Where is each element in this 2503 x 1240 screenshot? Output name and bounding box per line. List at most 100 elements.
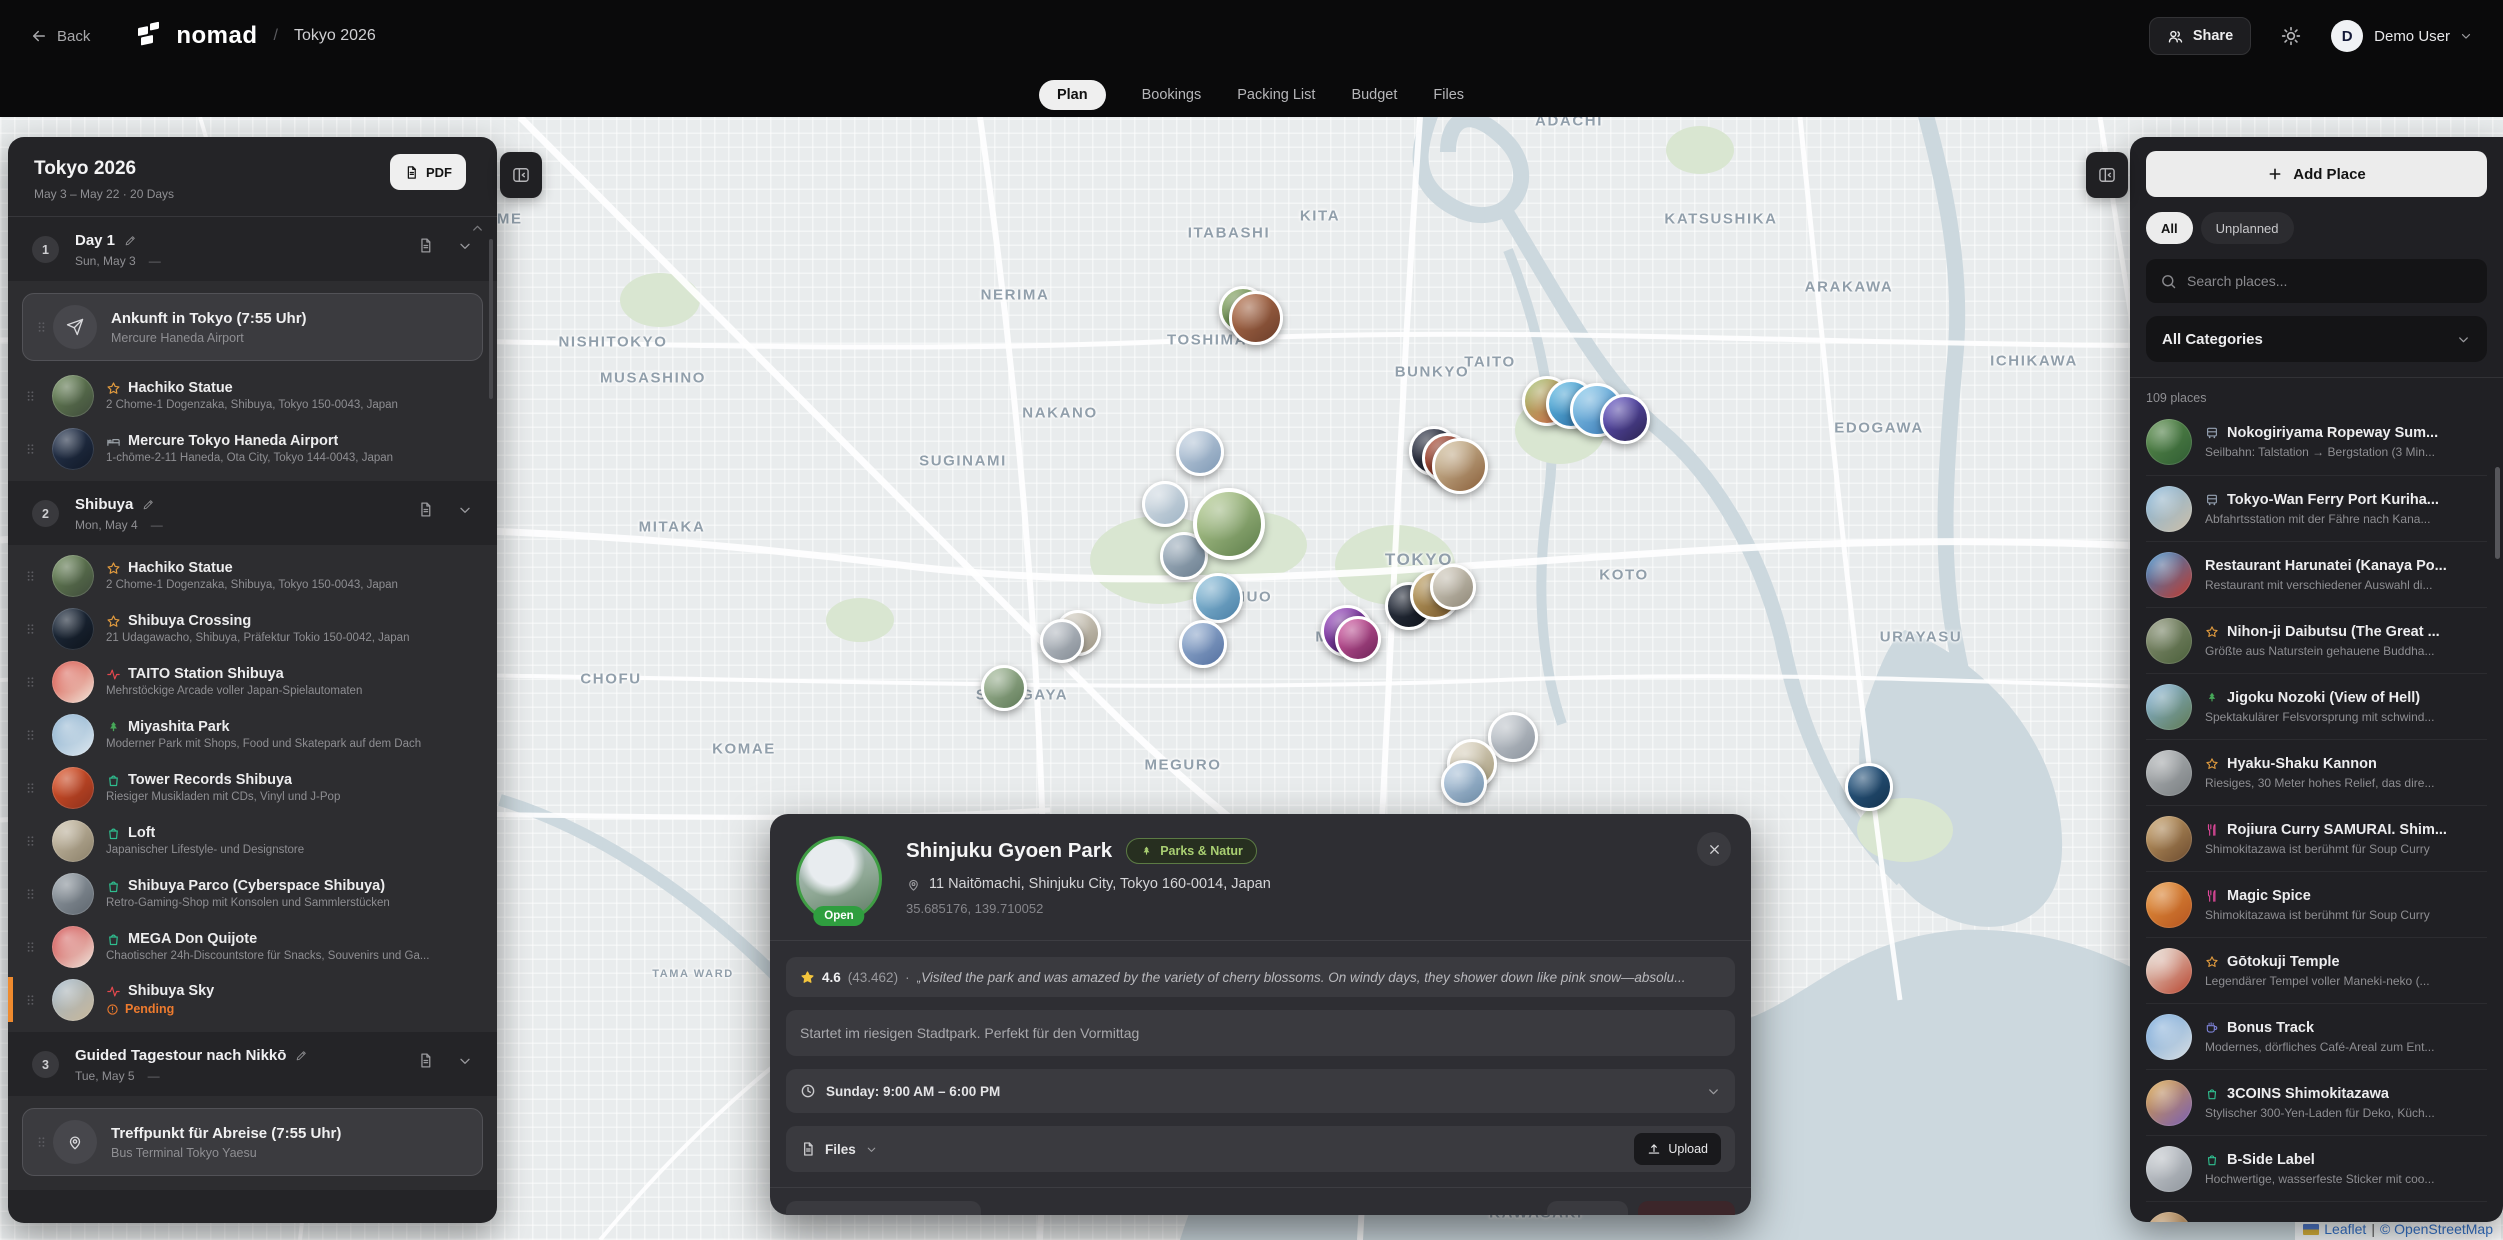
itinerary-place-item[interactable]: LoftJapanischer Lifestyle- und Designsto… xyxy=(8,814,497,867)
open-google-maps-button[interactable]: Open in Google Maps xyxy=(786,1201,981,1215)
place-marker[interactable] xyxy=(1845,763,1893,811)
place-list-item[interactable]: Tokyo-Wan Ferry Port Kuriha...Abfahrtsst… xyxy=(2146,475,2487,541)
place-list-item[interactable]: Rojiura Curry SAMURAI. Shim...Shimokitaz… xyxy=(2146,805,2487,871)
user-menu-chevron-icon[interactable] xyxy=(2459,29,2473,43)
share-button[interactable]: Share xyxy=(2149,17,2251,55)
trash-icon xyxy=(1654,1214,1669,1216)
drag-handle-icon[interactable] xyxy=(23,833,38,848)
day-header[interactable]: 1Day 1Sun, May 3— xyxy=(8,217,497,281)
place-marker[interactable] xyxy=(1040,619,1084,663)
map-label: URAYASU xyxy=(1880,629,1963,646)
place-marker[interactable] xyxy=(1142,481,1188,527)
files-row[interactable]: Files Upload xyxy=(786,1126,1735,1172)
tab-files[interactable]: Files xyxy=(1433,80,1464,110)
itinerary-place-item[interactable]: Shibuya SkyPending xyxy=(8,973,497,1026)
day-header[interactable]: 2ShibuyaMon, May 4— xyxy=(8,481,497,545)
itinerary-note-card[interactable]: Ankunft in Tokyo (7:55 Uhr)Mercure Haned… xyxy=(22,293,483,361)
itinerary-note-card[interactable]: Treffpunkt für Abreise (7:55 Uhr)Bus Ter… xyxy=(22,1108,483,1176)
itinerary-place-item[interactable]: Tower Records ShibuyaRiesiger Musikladen… xyxy=(8,761,497,814)
drag-handle-icon[interactable] xyxy=(23,621,38,636)
back-button[interactable]: Back xyxy=(30,27,90,45)
delete-button[interactable]: Delete xyxy=(1638,1201,1735,1215)
place-marker[interactable] xyxy=(981,665,1027,711)
drag-handle-icon[interactable] xyxy=(23,388,38,403)
collapse-left-panel-button[interactable] xyxy=(500,152,542,198)
place-marker[interactable] xyxy=(1335,616,1381,662)
day-collapse-chevron-icon[interactable] xyxy=(457,502,473,518)
itinerary-scrollbar[interactable] xyxy=(489,239,493,399)
upload-button[interactable]: Upload xyxy=(1634,1133,1721,1165)
drag-handle-icon[interactable] xyxy=(34,320,49,335)
filter-pill-all[interactable]: All xyxy=(2146,212,2193,244)
place-marker[interactable] xyxy=(1432,438,1488,494)
opening-hours-row[interactable]: Sunday: 9:00 AM – 6:00 PM xyxy=(786,1069,1735,1113)
collapse-right-panel-button[interactable] xyxy=(2086,152,2128,198)
day-notes-icon[interactable] xyxy=(417,237,434,254)
user-avatar[interactable]: D xyxy=(2331,20,2363,52)
itinerary-place-item[interactable]: MEGA Don QuijoteChaotischer 24h-Discount… xyxy=(8,920,497,973)
drag-handle-icon[interactable] xyxy=(34,1135,49,1150)
place-list-item[interactable]: Magic SpiceShimokitazawa ist berühmt für… xyxy=(2146,871,2487,937)
drag-handle-icon[interactable] xyxy=(23,727,38,742)
itinerary-place-item[interactable]: TAITO Station ShibuyaMehrstöckige Arcade… xyxy=(8,655,497,708)
itinerary-place-item[interactable]: Miyashita ParkModerner Park mit Shops, F… xyxy=(8,708,497,761)
brand-logo[interactable]: nomad xyxy=(134,20,257,52)
place-list-item[interactable]: Jigoku Nozoki (View of Hell)Spektakuläre… xyxy=(2146,673,2487,739)
place-list-item[interactable]: Gōtokuji TempleLegendärer Tempel voller … xyxy=(2146,937,2487,1003)
place-subtitle: Größte aus Naturstein gehauene Buddha... xyxy=(2205,644,2487,658)
leaflet-link[interactable]: Leaflet xyxy=(2324,1221,2366,1237)
day-header[interactable]: 3Guided Tagestour nach NikkōTue, May 5— xyxy=(8,1032,497,1096)
close-card-button[interactable] xyxy=(1697,832,1731,866)
place-marker[interactable] xyxy=(1430,564,1476,610)
place-list-item[interactable]: 3COINS ShimokitazawaStylischer 300-Yen-L… xyxy=(2146,1069,2487,1135)
category-select[interactable]: All Categories xyxy=(2146,316,2487,362)
place-marker[interactable] xyxy=(1441,760,1487,806)
drag-handle-icon[interactable] xyxy=(23,441,38,456)
place-thumbnail xyxy=(2146,882,2192,928)
tab-plan[interactable]: Plan xyxy=(1039,80,1106,110)
place-marker[interactable] xyxy=(1600,394,1650,444)
itinerary-place-item[interactable]: Mercure Tokyo Haneda Airport1-chōme-2-11… xyxy=(8,422,497,475)
osm-link[interactable]: © OpenStreetMap xyxy=(2380,1221,2493,1237)
add-place-button[interactable]: Add Place xyxy=(2146,151,2487,197)
itinerary-place-item[interactable]: Hachiko Statue2 Chome-1 Dogenzaka, Shibu… xyxy=(8,549,497,602)
tab-packing-list[interactable]: Packing List xyxy=(1237,80,1315,110)
place-marker[interactable] xyxy=(1229,291,1283,345)
selected-place-marker[interactable] xyxy=(1193,488,1265,560)
edit-button[interactable]: Edit xyxy=(1547,1201,1629,1215)
itinerary-place-item[interactable]: Shibuya Crossing21 Udagawacho, Shibuya, … xyxy=(8,602,497,655)
drag-handle-icon[interactable] xyxy=(23,939,38,954)
itinerary-place-item[interactable]: Hachiko Statue2 Chome-1 Dogenzaka, Shibu… xyxy=(8,369,497,422)
place-list-item[interactable]: Restaurant Harunatei (Kanaya Po...Restau… xyxy=(2146,541,2487,607)
rating-review-row[interactable]: 4.6 (43.462) · „Visited the park and was… xyxy=(786,957,1735,997)
filter-pill-unplanned[interactable]: Unplanned xyxy=(2201,212,2294,244)
place-marker[interactable] xyxy=(1193,573,1243,623)
export-pdf-button[interactable]: PDF xyxy=(390,154,466,190)
scroll-up-icon[interactable] xyxy=(470,221,485,236)
place-list-item[interactable]: Bonus TrackModernes, dörfliches Café-Are… xyxy=(2146,1003,2487,1069)
place-list-item[interactable]: B-Side LabelHochwertige, wasserfeste Sti… xyxy=(2146,1135,2487,1201)
day-notes-icon[interactable] xyxy=(417,1052,434,1069)
drag-handle-icon[interactable] xyxy=(23,886,38,901)
delete-label: Delete xyxy=(1678,1214,1719,1216)
place-list-item[interactable]: Village Vanguard xyxy=(2146,1201,2487,1222)
tab-budget[interactable]: Budget xyxy=(1351,80,1397,110)
place-list-item[interactable]: Hyaku-Shaku KannonRiesiges, 30 Meter hoh… xyxy=(2146,739,2487,805)
places-scrollbar[interactable] xyxy=(2495,467,2500,559)
itinerary-place-item[interactable]: Shibuya Parco (Cyberspace Shibuya)Retro-… xyxy=(8,867,497,920)
day-notes-icon[interactable] xyxy=(417,501,434,518)
place-marker[interactable] xyxy=(1179,620,1227,668)
drag-handle-icon[interactable] xyxy=(23,674,38,689)
drag-handle-icon[interactable] xyxy=(23,992,38,1007)
place-list-item[interactable]: Nihon-ji Daibutsu (The Great ...Größte a… xyxy=(2146,607,2487,673)
place-list-item[interactable]: Nokogiriyama Ropeway Sum...Seilbahn: Tal… xyxy=(2146,409,2487,475)
day-collapse-chevron-icon[interactable] xyxy=(457,1053,473,1069)
place-marker[interactable] xyxy=(1176,428,1224,476)
theme-toggle-sun-icon[interactable] xyxy=(2281,26,2301,46)
search-input[interactable] xyxy=(2187,273,2473,289)
tab-bookings[interactable]: Bookings xyxy=(1142,80,1202,110)
drag-handle-icon[interactable] xyxy=(23,568,38,583)
day-collapse-chevron-icon[interactable] xyxy=(457,238,473,254)
note-input[interactable] xyxy=(800,1025,1721,1041)
drag-handle-icon[interactable] xyxy=(23,780,38,795)
